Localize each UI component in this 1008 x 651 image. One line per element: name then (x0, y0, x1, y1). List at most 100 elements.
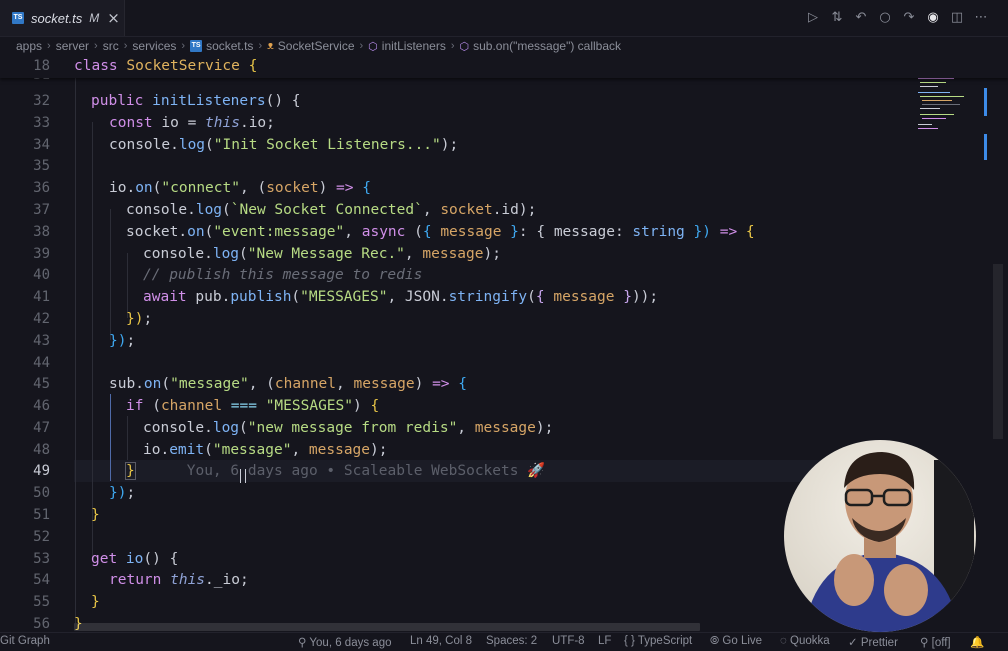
code-line-36[interactable]: io.on("connect", (socket) => { (109, 178, 371, 200)
indentation-status[interactable]: Spaces: 2 (486, 635, 537, 647)
git-lens-icon[interactable]: ◉ (926, 11, 940, 25)
code-line-50[interactable]: }); (109, 483, 135, 505)
language-mode-status[interactable]: { } TypeScript (624, 635, 692, 647)
code-line-45[interactable]: sub.on("message", (channel, message) => … (109, 374, 467, 396)
horizontal-scrollbar[interactable] (74, 623, 700, 631)
line-number: 48 (33, 442, 50, 458)
code-line-43[interactable]: }); (109, 331, 135, 353)
modified-indicator: M (89, 11, 100, 25)
code-line-38[interactable]: socket.on("event:message", async ({ mess… (126, 222, 755, 244)
cursor-position-status[interactable]: Ln 49, Col 8 (410, 635, 472, 647)
breadcrumb-callback[interactable]: ⬡ sub.on("message") callback (459, 39, 621, 53)
breadcrumb-server[interactable]: server (56, 39, 89, 53)
chevron-right-icon: › (258, 40, 263, 52)
more-actions-icon[interactable]: ⋯ (974, 11, 988, 25)
line-number: 43 (33, 333, 50, 349)
chevron-right-icon: › (181, 40, 186, 52)
overview-ruler-marker (984, 134, 987, 160)
method-symbol-icon: ⬡ (459, 40, 470, 53)
editor-tab-bar: TS socket.ts M × ▷ ⇅ ↶ ○ ↷ ◉ ◫ ⋯ (0, 0, 1008, 37)
line-number: 51 (33, 507, 50, 523)
code-line-54[interactable]: return this._io; (109, 570, 249, 592)
line-number: 39 (33, 246, 50, 262)
code-line-49[interactable]: } You, 6 days ago • Scaleable WebSockets … (125, 461, 545, 483)
line-number: 32 (33, 93, 50, 109)
code-line-39[interactable]: console.log("New Message Rec.", message)… (143, 244, 501, 266)
run-icon[interactable]: ▷ (806, 11, 820, 25)
code-line-41[interactable]: await pub.publish("MESSAGES", JSON.strin… (143, 287, 658, 309)
code-line-42[interactable]: }); (126, 309, 152, 331)
breadcrumb-file-label: socket.ts (206, 39, 254, 53)
line-number: 45 (33, 376, 50, 392)
line-number: 54 (33, 572, 50, 588)
webcam-overlay (784, 440, 976, 632)
line-number-current: 49 (33, 463, 50, 479)
vertical-scrollbar[interactable] (993, 264, 1003, 439)
line-number: 41 (33, 289, 50, 305)
code-line-53[interactable]: get io() { (91, 549, 178, 571)
line-number: 35 (33, 158, 50, 174)
off-status[interactable]: ⚲ [off] (920, 635, 951, 649)
encoding-status[interactable]: UTF-8 (552, 635, 585, 647)
line-number: 44 (33, 355, 50, 371)
line-number: 33 (33, 115, 50, 131)
braces-icon: { } (624, 635, 635, 647)
double-check-icon: ✓ (848, 637, 861, 649)
line-number: 38 (33, 224, 50, 240)
notifications-bell-icon[interactable]: 🔔 (970, 635, 984, 649)
typescript-file-icon: TS (12, 12, 24, 24)
line-number: 40 (33, 267, 50, 283)
chevron-right-icon: › (359, 40, 364, 52)
circle-icon[interactable]: ○ (878, 11, 892, 25)
code-line-40-comment[interactable]: // publish this message to redis (143, 265, 422, 287)
code-line-32[interactable]: public initListeners() { (91, 91, 301, 113)
broadcast-icon: ⚲ (920, 637, 932, 649)
chevron-right-icon: › (47, 40, 51, 52)
breadcrumb-method-label: initListeners (381, 39, 446, 53)
go-forward-icon[interactable]: ↷ (902, 11, 916, 25)
presenter-video-image (784, 440, 976, 632)
line-number: 42 (33, 311, 50, 327)
go-back-icon[interactable]: ↶ (854, 11, 868, 25)
breadcrumb-class[interactable]: ᴥ SocketService (267, 39, 354, 53)
tab-socket-ts[interactable]: TS socket.ts M × (0, 0, 125, 36)
code-line-48[interactable]: io.emit("message", message); (143, 440, 387, 462)
sticky-class-line[interactable]: class SocketService { (74, 56, 257, 78)
line-number: 47 (33, 420, 50, 436)
breadcrumb-class-label: SocketService (277, 39, 355, 53)
code-line-47[interactable]: console.log("new message from redis", me… (143, 418, 553, 440)
breadcrumb-method[interactable]: ⬡ initListeners (368, 39, 446, 53)
indent-guide (110, 209, 111, 340)
quokka-status[interactable]: ◌ Quokka (780, 635, 830, 647)
split-editor-icon[interactable]: ◫ (950, 11, 964, 25)
breadcrumb-file[interactable]: TS socket.ts (190, 39, 253, 53)
line-number: 52 (33, 529, 50, 545)
eol-status[interactable]: LF (598, 635, 611, 647)
indent-guide-active (110, 394, 111, 481)
code-line-37[interactable]: console.log(`New Socket Connected`, sock… (126, 200, 536, 222)
breadcrumb: apps › server › src › services › TS sock… (0, 36, 1008, 56)
broadcast-icon: ⦾ (710, 635, 723, 647)
prettier-status[interactable]: ✓ Prettier (848, 635, 898, 649)
breadcrumb-src[interactable]: src (103, 39, 119, 53)
compare-changes-icon[interactable]: ⇅ (830, 11, 844, 25)
class-symbol-icon: ᴥ (267, 40, 274, 52)
breadcrumb-apps[interactable]: apps (16, 39, 42, 53)
git-graph-status[interactable]: Git Graph (0, 635, 50, 647)
typescript-file-icon: TS (190, 40, 203, 52)
chevron-right-icon: › (123, 40, 128, 52)
line-number: 37 (33, 202, 50, 218)
code-line-55[interactable]: } (91, 592, 100, 614)
sticky-scroll-header[interactable]: 18 class SocketService { (0, 56, 1008, 78)
code-line-51[interactable]: } (91, 505, 100, 527)
code-line-46[interactable]: if (channel === "MESSAGES") { (126, 396, 379, 418)
breadcrumb-services[interactable]: services (132, 39, 176, 53)
code-line-33[interactable]: const io = this.io; (109, 113, 275, 135)
code-line-34[interactable]: console.log("Init Socket Listeners..."); (109, 135, 458, 157)
line-number: 46 (33, 398, 50, 414)
chevron-right-icon: › (94, 40, 98, 52)
line-number: 55 (33, 594, 50, 610)
blame-status[interactable]: ⚲ You, 6 days ago (298, 635, 391, 649)
go-live-button[interactable]: ⦾ Go Live (710, 635, 762, 648)
close-tab-button[interactable]: × (107, 9, 120, 27)
